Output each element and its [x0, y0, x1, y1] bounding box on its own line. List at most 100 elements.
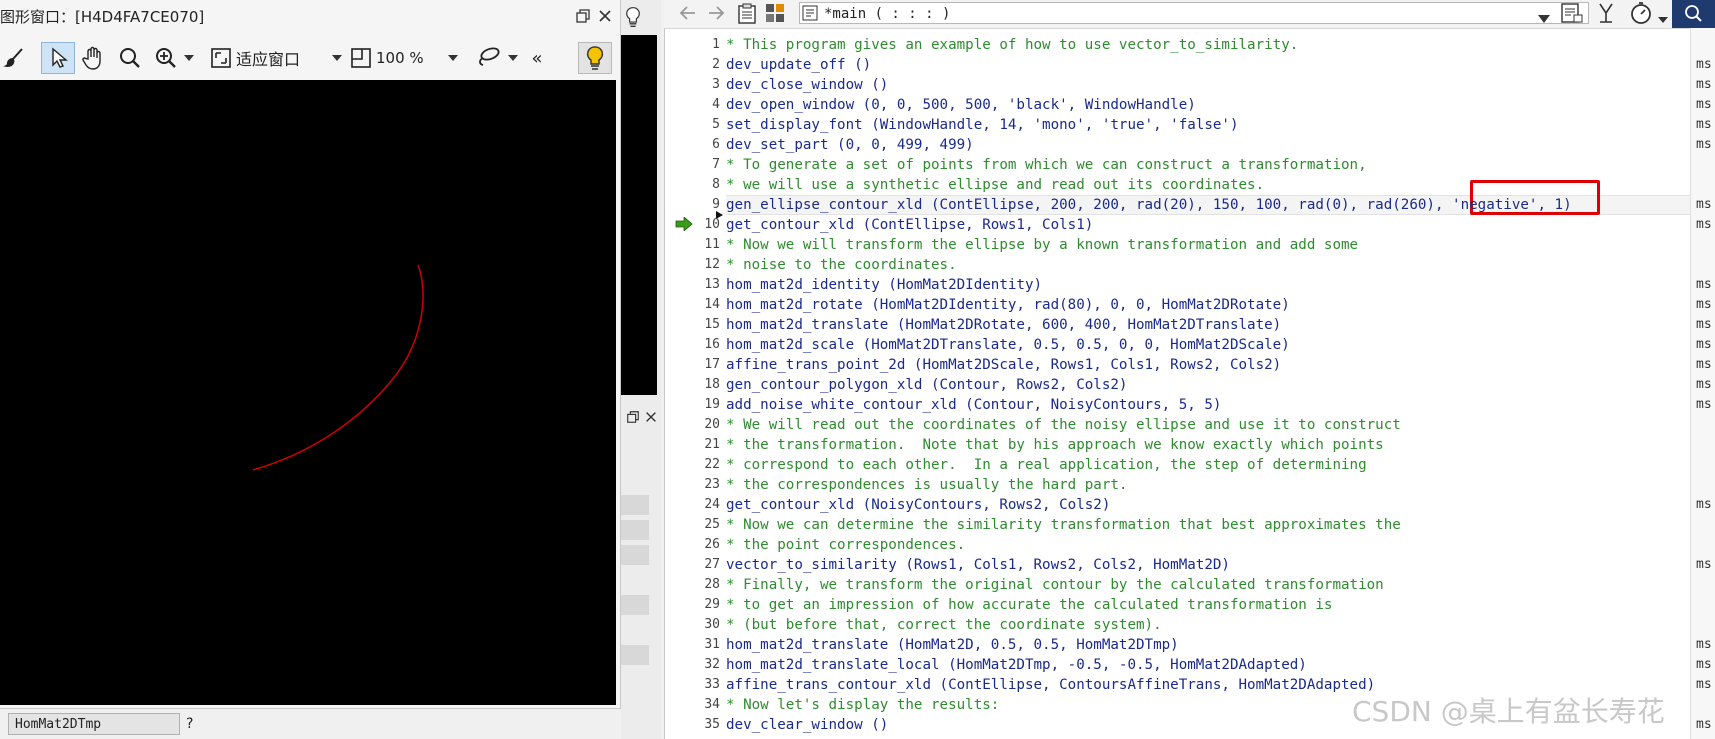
line-number[interactable]: 17 — [664, 355, 720, 375]
code-line[interactable]: get_contour_xld (ContEllipse, Rows1, Col… — [726, 215, 1093, 235]
code-line[interactable]: dev_open_window (0, 0, 500, 500, 'black'… — [726, 95, 1196, 115]
code-line[interactable]: dev_close_window () — [726, 75, 888, 95]
code-line[interactable]: affine_trans_contour_xld (ContEllipse, C… — [726, 675, 1375, 695]
line-number[interactable]: 3 — [664, 75, 720, 95]
code-line[interactable]: vector_to_similarity (Rows1, Cols1, Rows… — [726, 555, 1230, 575]
line-number[interactable]: 21 — [664, 435, 720, 455]
variable-name-cell[interactable]: HomMat2DTmp — [8, 713, 180, 735]
line-number[interactable]: 1 — [664, 35, 720, 55]
code-line[interactable]: * we will use a synthetic ellipse and re… — [726, 175, 1264, 195]
lightbulb-icon[interactable] — [578, 42, 612, 74]
lightbulb-icon[interactable] — [622, 6, 644, 28]
pointer-icon[interactable] — [41, 42, 75, 74]
chevron-down-icon[interactable] — [1538, 8, 1550, 27]
code-line[interactable]: hom_mat2d_rotate (HomMat2DIdentity, rad(… — [726, 295, 1290, 315]
code-line[interactable]: hom_mat2d_identity (HomMat2DIdentity) — [726, 275, 1042, 295]
line-number[interactable]: 9 — [664, 195, 720, 215]
code-line[interactable]: * the correspondences is usually the har… — [726, 475, 1127, 495]
line-number[interactable]: 20 — [664, 415, 720, 435]
zoom-select[interactable]: 100 % — [350, 42, 460, 74]
collapse-toolbar-button[interactable]: « — [525, 42, 549, 74]
line-number[interactable]: 8 — [664, 175, 720, 195]
magnifier-icon[interactable] — [114, 42, 146, 74]
lasso-icon[interactable] — [472, 42, 504, 74]
line-number[interactable]: 28 — [664, 575, 720, 595]
line-number[interactable]: 25 — [664, 515, 720, 535]
profiler-time: ms — [1696, 317, 1712, 332]
line-number[interactable]: 34 — [664, 695, 720, 715]
line-number[interactable]: 23 — [664, 475, 720, 495]
code-line[interactable]: * This program gives an example of how t… — [726, 35, 1298, 55]
zoom-dropdown-icon[interactable] — [182, 42, 196, 74]
line-number[interactable]: 26 — [664, 535, 720, 555]
line-number[interactable]: 30 — [664, 615, 720, 635]
line-number[interactable]: 18 — [664, 375, 720, 395]
code-line[interactable]: dev_update_off () — [726, 55, 871, 75]
timer-icon[interactable] — [1628, 0, 1654, 30]
code-line[interactable]: dev_clear_window () — [726, 715, 888, 735]
line-number[interactable]: 27 — [664, 555, 720, 575]
lasso-dropdown-icon[interactable] — [506, 42, 520, 74]
line-number[interactable]: 14 — [664, 295, 720, 315]
search-panel-button[interactable] — [1672, 0, 1715, 28]
line-number[interactable]: 32 — [664, 655, 720, 675]
line-number[interactable]: 2 — [664, 55, 720, 75]
line-number[interactable]: 7 — [664, 155, 720, 175]
line-number[interactable]: 4 — [664, 95, 720, 115]
code-line[interactable]: * Now we will transform the ellipse by a… — [726, 235, 1358, 255]
save-procedure-icon[interactable] — [1560, 2, 1584, 28]
line-number[interactable]: 6 — [664, 135, 720, 155]
line-number[interactable]: 5 — [664, 115, 720, 135]
code-line[interactable]: * To generate a set of points from which… — [726, 155, 1367, 175]
code-line[interactable]: add_noise_white_contour_xld (Contour, No… — [726, 395, 1221, 415]
line-number[interactable]: 35 — [664, 715, 720, 735]
code-line[interactable]: hom_mat2d_translate (HomMat2DRotate, 600… — [726, 315, 1281, 335]
procedure-selector[interactable]: *main ( : : : ) — [799, 2, 1589, 24]
restore-icon[interactable] — [572, 8, 594, 30]
line-number[interactable]: 22 — [664, 455, 720, 475]
back-icon[interactable] — [678, 4, 698, 26]
code-line[interactable]: * to get an impression of how accurate t… — [726, 595, 1332, 615]
code-line[interactable]: * noise to the coordinates. — [726, 255, 957, 275]
close-icon[interactable] — [640, 408, 662, 430]
line-number[interactable]: 31 — [664, 635, 720, 655]
grid-icon[interactable] — [764, 2, 786, 28]
code-line[interactable]: hom_mat2d_translate (HomMat2D, 0.5, 0.5,… — [726, 635, 1179, 655]
debug-icon[interactable] — [1594, 2, 1618, 28]
code-line[interactable]: * Now we can determine the similarity tr… — [726, 515, 1401, 535]
line-number[interactable]: 29 — [664, 595, 720, 615]
code-line[interactable]: get_contour_xld (NoisyContours, Rows2, C… — [726, 495, 1110, 515]
code-line[interactable]: * Now let's display the results: — [726, 695, 999, 715]
timer-dropdown-icon[interactable] — [1658, 8, 1668, 27]
line-number[interactable]: 13 — [664, 275, 720, 295]
code-line[interactable]: affine_trans_point_2d (HomMat2DScale, Ro… — [726, 355, 1281, 375]
fit-window-select[interactable]: 适应窗口 — [210, 42, 342, 74]
code-line[interactable]: dev_set_part (0, 0, 499, 499) — [726, 135, 974, 155]
line-number[interactable]: 15 — [664, 315, 720, 335]
line-number[interactable]: 16 — [664, 335, 720, 355]
line-number[interactable]: 33 — [664, 675, 720, 695]
line-number[interactable]: 24 — [664, 495, 720, 515]
code-line[interactable]: gen_contour_polygon_xld (Contour, Rows2,… — [726, 375, 1127, 395]
line-number[interactable]: 12 — [664, 255, 720, 275]
code-line[interactable]: * Finally, we transform the original con… — [726, 575, 1384, 595]
code-line[interactable]: * the transformation. Note that by his a… — [726, 435, 1384, 455]
line-number[interactable]: 19 — [664, 395, 720, 415]
code-line[interactable]: * We will read out the coordinates of th… — [726, 415, 1401, 435]
code-line[interactable]: hom_mat2d_translate_local (HomMat2DTmp, … — [726, 655, 1307, 675]
code-line[interactable]: gen_ellipse_contour_xld (ContEllipse, 20… — [726, 195, 1572, 215]
line-number[interactable]: 10 — [664, 215, 720, 235]
code-line[interactable]: set_display_font (WindowHandle, 14, 'mon… — [726, 115, 1239, 135]
code-line[interactable]: hom_mat2d_scale (HomMat2DTranslate, 0.5,… — [726, 335, 1290, 355]
code-line[interactable]: * the point correspondences. — [726, 535, 965, 555]
close-icon[interactable] — [594, 8, 616, 30]
code-line[interactable]: * (but before that, correct the coordina… — [726, 615, 1162, 635]
code-line[interactable]: * correspond to each other. In a real ap… — [726, 455, 1367, 475]
clipboard-icon[interactable] — [736, 2, 758, 28]
hand-icon[interactable] — [78, 42, 110, 74]
line-number[interactable]: 11 — [664, 235, 720, 255]
zoom-in-icon[interactable] — [150, 42, 182, 74]
graphics-canvas[interactable] — [0, 80, 616, 705]
brush-icon[interactable] — [0, 42, 28, 74]
forward-icon[interactable] — [706, 4, 726, 26]
